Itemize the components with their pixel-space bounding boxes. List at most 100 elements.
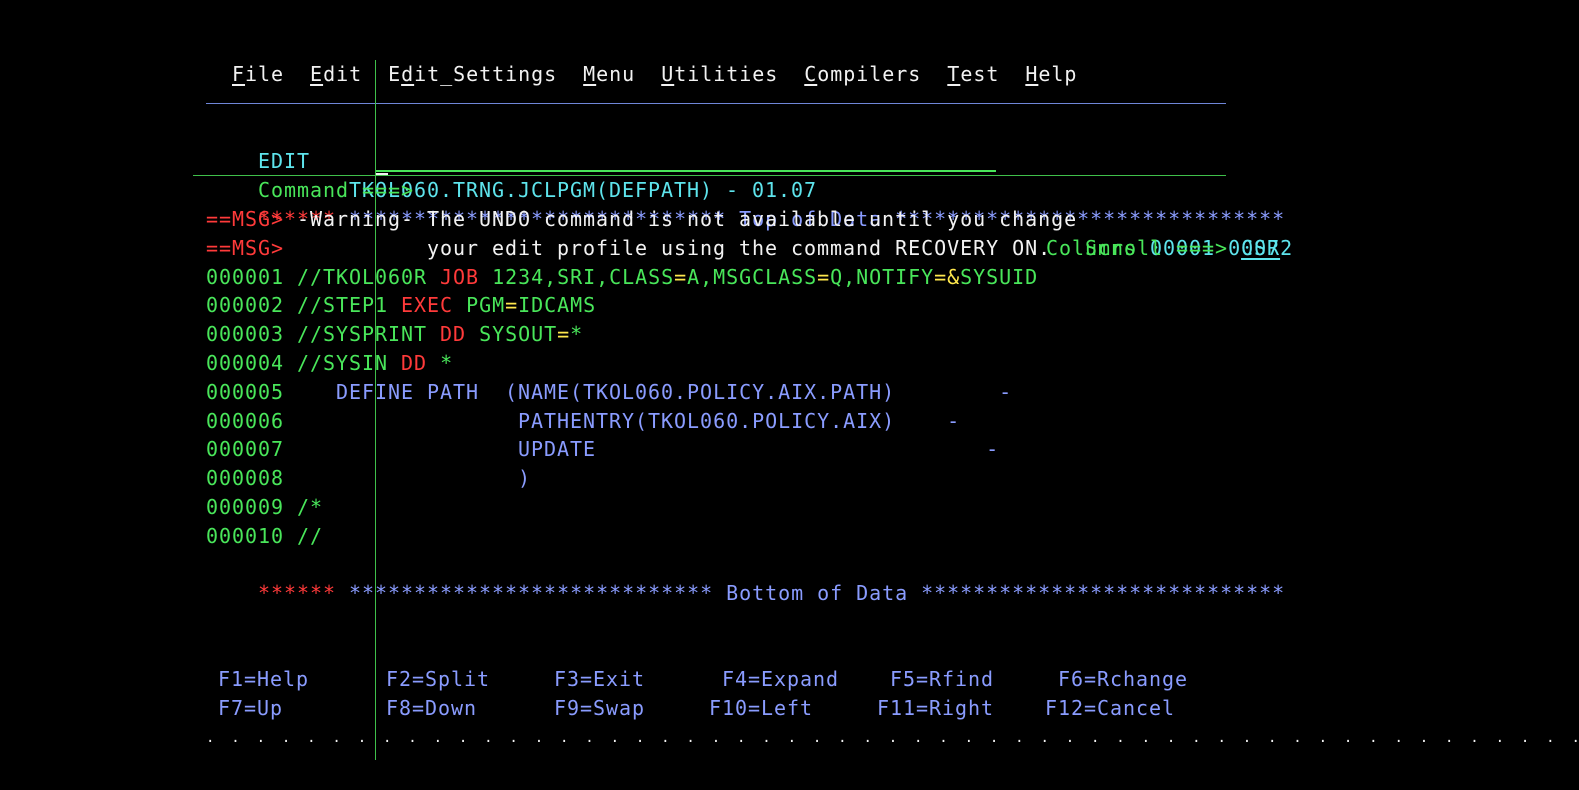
- source-line[interactable]: 000005 DEFINE PATH (NAME(TKOL060.POLICY.…: [206, 378, 1012, 407]
- source-text: //TKOL060R: [297, 265, 441, 289]
- function-key-f6[interactable]: F6=Rchange: [1058, 665, 1188, 694]
- source-text: *: [570, 322, 584, 346]
- function-key-f11[interactable]: F11=Right: [877, 694, 994, 723]
- command-input[interactable]: [376, 148, 996, 172]
- edit-header: EDIT TKOL060.TRNG.JCLPGM(DEFPATH) - 01.0…: [206, 118, 1292, 260]
- menu-bar: File Edit Edit_Settings Menu Utilities C…: [232, 60, 1077, 89]
- line-number[interactable]: 000001: [206, 265, 284, 289]
- menu-item[interactable]: Menu: [583, 62, 635, 86]
- line-number[interactable]: 000004: [206, 351, 284, 375]
- menu-item-label: ompilers: [817, 62, 922, 86]
- source-text: DD: [401, 351, 441, 375]
- menu-item[interactable]: Help: [1025, 62, 1077, 86]
- function-key-f7[interactable]: F7=Up: [218, 694, 283, 723]
- source-line[interactable]: 000009 /*: [206, 493, 323, 522]
- line-number[interactable]: 000003: [206, 322, 284, 346]
- scroll-label: Scroll ===>: [1085, 236, 1229, 260]
- source-text: UPDATE -: [297, 437, 1000, 461]
- menu-item[interactable]: Edit_Settings: [388, 62, 557, 86]
- line-prefix: ==MSG>: [206, 207, 285, 231]
- menu-item-label: it_Settings: [414, 62, 558, 86]
- source-text: PATHENTRY(TKOL060.POLICY.AIX) -: [297, 409, 961, 433]
- source-text: /*: [297, 495, 324, 519]
- menu-item[interactable]: Utilities: [661, 62, 778, 86]
- menu-item[interactable]: File: [232, 62, 284, 86]
- source-text: Q,NOTIFY: [830, 265, 935, 289]
- source-text: SYSUID: [960, 265, 1039, 289]
- menu-item[interactable]: Edit: [310, 62, 362, 86]
- status-dots: . . . . . . . . . . . . . . . . . . . . …: [206, 730, 1579, 746]
- source-line[interactable]: 000001 //TKOL060R JOB 1234,SRI,CLASS=A,M…: [206, 263, 1038, 292]
- line-number[interactable]: 000008: [206, 466, 284, 490]
- function-key-f2[interactable]: F2=Split: [386, 665, 490, 694]
- source-text: 1234,SRI,CLASS: [492, 265, 675, 289]
- line-number[interactable]: 000009: [206, 495, 284, 519]
- source-text: *: [440, 351, 454, 375]
- menu-hotkey: d: [401, 62, 415, 86]
- line-prefix: ==MSG>: [206, 236, 285, 260]
- menu-item[interactable]: Compilers: [804, 62, 921, 86]
- source-text: =: [557, 322, 571, 346]
- source-text: =&: [934, 265, 961, 289]
- function-key-f4[interactable]: F4=Expand: [722, 665, 839, 694]
- source-text: DD: [440, 322, 480, 346]
- function-key-f8[interactable]: F8=Down: [386, 694, 477, 723]
- source-text: =: [817, 265, 831, 289]
- source-text: IDCAMS: [518, 293, 597, 317]
- source-text: EXEC: [401, 293, 467, 317]
- source-line[interactable]: 000004 //SYSIN DD *: [206, 349, 453, 378]
- source-line[interactable]: 000007 UPDATE -: [206, 435, 999, 464]
- source-text: //STEP1: [297, 293, 402, 317]
- menu-hotkey: M: [583, 62, 597, 86]
- menu-item-label: est: [960, 62, 1000, 86]
- top-of-data-line: ****** ***************************** Top…: [206, 176, 1285, 231]
- menu-hotkey: U: [661, 62, 675, 86]
- menu-hotkey: H: [1025, 62, 1039, 86]
- source-line[interactable]: 000002 //STEP1 EXEC PGM=IDCAMS: [206, 291, 596, 320]
- source-line[interactable]: 000006 PATHENTRY(TKOL060.POLICY.AIX) -: [206, 407, 960, 436]
- source-text: JOB: [440, 265, 493, 289]
- menu-item-label: elp: [1038, 62, 1078, 86]
- source-text: //SYSIN: [297, 351, 402, 375]
- menu-item-label: ile: [245, 62, 285, 86]
- function-key-f10[interactable]: F10=Left: [709, 694, 813, 723]
- menu-hotkey: F: [232, 62, 246, 86]
- line-number[interactable]: 000007: [206, 437, 284, 461]
- line-number[interactable]: 000002: [206, 293, 284, 317]
- menu-item-label: tilities: [674, 62, 779, 86]
- source-line[interactable]: 000003 //SYSPRINT DD SYSOUT=*: [206, 320, 583, 349]
- source-text: =: [505, 293, 519, 317]
- source-line[interactable]: 000008 ): [206, 464, 531, 493]
- menu-hotkey: C: [804, 62, 818, 86]
- menu-item-label: E: [388, 62, 402, 86]
- menu-hotkey: E: [310, 62, 324, 86]
- source-text: ): [297, 466, 532, 490]
- line-prefix: ******: [258, 581, 337, 605]
- message-text: -Warning- The UNDO command is not availa…: [284, 207, 1078, 231]
- function-key-f5[interactable]: F5=Rfind: [890, 665, 994, 694]
- source-text: PGM: [466, 293, 506, 317]
- scroll-amount-field[interactable]: CSR: [1241, 236, 1280, 260]
- source-line[interactable]: 000010 //: [206, 522, 323, 551]
- menu-item[interactable]: Test: [947, 62, 999, 86]
- bottom-of-data-line: ****** **************************** Bott…: [206, 550, 1285, 605]
- line-number[interactable]: 000010: [206, 524, 284, 548]
- bottom-of-data-marker: **************************** Bottom of D…: [349, 581, 1286, 605]
- function-key-f12[interactable]: F12=Cancel: [1045, 694, 1175, 723]
- source-text: SYSOUT: [479, 322, 558, 346]
- menu-separator: [206, 103, 1226, 104]
- function-key-f9[interactable]: F9=Swap: [554, 694, 645, 723]
- line-number[interactable]: 000006: [206, 409, 284, 433]
- line-number[interactable]: 000005: [206, 380, 284, 404]
- source-text: A,MSGCLASS: [687, 265, 818, 289]
- source-text: //: [297, 524, 324, 548]
- message-text: your edit profile using the command RECO…: [284, 236, 1052, 260]
- message-line: ==MSG> -Warning- The UNDO command is not…: [206, 205, 1077, 234]
- menu-item-label: dit: [323, 62, 363, 86]
- message-line: ==MSG> your edit profile using the comma…: [206, 234, 1051, 263]
- function-key-f3[interactable]: F3=Exit: [554, 665, 645, 694]
- ispf-edit-screen: File Edit Edit_Settings Menu Utilities C…: [0, 0, 1579, 790]
- function-key-f1[interactable]: F1=Help: [218, 665, 309, 694]
- source-text: =: [674, 265, 688, 289]
- column-guide-line: [375, 60, 376, 760]
